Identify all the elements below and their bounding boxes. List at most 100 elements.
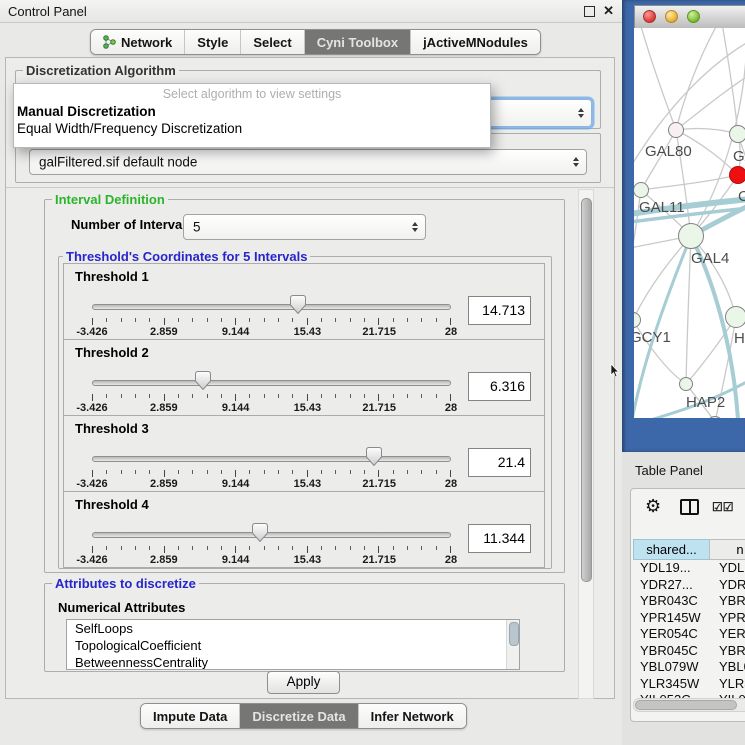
- tick-mark: [164, 318, 165, 325]
- network-node-hap2[interactable]: [679, 377, 693, 391]
- network-canvas[interactable]: GAL80GACGAL11GAL4GCY1HHAP2: [634, 28, 745, 418]
- network-node-ga[interactable]: [729, 125, 745, 143]
- table-row[interactable]: YBL079WYBL0: [633, 659, 745, 676]
- table-row[interactable]: YDL19...YDL1: [633, 560, 745, 577]
- network-node-c[interactable]: [729, 166, 745, 184]
- slider-thumb[interactable]: [252, 523, 268, 542]
- numerical-attributes-list[interactable]: SelfLoopsTopologicalCoefficientBetweenne…: [66, 619, 520, 670]
- attribute-item-betweennesscentrality[interactable]: BetweennessCentrality: [67, 654, 519, 670]
- attribute-item-selfloops[interactable]: SelfLoops: [67, 620, 519, 637]
- tick-mark: [92, 546, 93, 553]
- network-node-h[interactable]: [725, 306, 745, 328]
- table-row[interactable]: YPR145WYPR1: [633, 610, 745, 627]
- cell-shared-name: YDR27...: [633, 577, 710, 594]
- close-traffic-light-icon[interactable]: [643, 10, 656, 23]
- tick-mark: [450, 394, 451, 401]
- slider-thumb[interactable]: [366, 447, 382, 466]
- table-panel-title: Table Panel: [635, 463, 703, 478]
- tick-mark: [421, 546, 422, 550]
- slider-track[interactable]: [92, 456, 451, 462]
- number-of-intervals-combobox[interactable]: 5: [183, 214, 426, 240]
- tick-mark: [192, 470, 193, 474]
- horizontal-scrollbar[interactable]: [633, 698, 745, 712]
- network-node-gal4[interactable]: [678, 223, 704, 249]
- attribute-list-items: SelfLoopsTopologicalCoefficientBetweenne…: [67, 620, 519, 670]
- scrollbar-thumb[interactable]: [509, 622, 519, 646]
- tick-mark: [378, 470, 379, 477]
- close-icon[interactable]: ✕: [603, 3, 614, 19]
- slider-track[interactable]: [92, 380, 451, 386]
- list-scrollbar[interactable]: [506, 620, 519, 669]
- cell-shared-name: YPR145W: [633, 610, 710, 627]
- tick-mark: [378, 318, 379, 325]
- tick-mark: [450, 470, 451, 477]
- tick-mark: [307, 318, 308, 325]
- slider-track[interactable]: [92, 532, 451, 538]
- tab-infer-network[interactable]: Infer Network: [359, 704, 466, 728]
- table-row[interactable]: YLR345WYLR3: [633, 676, 745, 693]
- tab-discretize-data[interactable]: Discretize Data: [240, 704, 358, 728]
- slider-track[interactable]: [92, 304, 451, 310]
- popup-option-equal-width-frequency-discretization[interactable]: Equal Width/Frequency Discretization: [14, 121, 490, 138]
- tab-cyni-toolbox[interactable]: Cyni Toolbox: [305, 30, 411, 54]
- mouse-cursor: [610, 364, 620, 378]
- float-window-icon[interactable]: [584, 6, 595, 17]
- network-node-gal80[interactable]: [668, 122, 684, 138]
- tick-mark: [335, 318, 336, 322]
- select-columns-icon[interactable]: ☑☑: [712, 500, 734, 514]
- scrollbar-thumb[interactable]: [581, 198, 592, 582]
- table-row[interactable]: YBR043CYBR0: [633, 593, 745, 610]
- tick-mark: [350, 318, 351, 322]
- tick-mark: [335, 470, 336, 474]
- stepper-icon: [573, 157, 579, 167]
- threshold-value-field[interactable]: 14.713: [468, 296, 531, 325]
- network-window-titlebar[interactable]: [634, 5, 745, 29]
- apply-button[interactable]: Apply: [267, 671, 340, 694]
- table-row[interactable]: YER054CYER0: [633, 626, 745, 643]
- slider-ticks: [92, 470, 451, 477]
- table-row[interactable]: YDR27...YDR2: [633, 577, 745, 594]
- tab-select[interactable]: Select: [241, 30, 304, 54]
- tab-impute-data[interactable]: Impute Data: [141, 704, 240, 728]
- popup-option-manual-discretization[interactable]: Manual Discretization: [14, 104, 490, 121]
- tick-mark: [235, 318, 236, 325]
- slider-thumb[interactable]: [195, 371, 211, 390]
- tick-mark: [364, 394, 365, 398]
- popup-placeholder: Select algorithm to view settings: [14, 84, 490, 104]
- tab-network[interactable]: Network: [91, 30, 185, 54]
- minimize-traffic-light-icon[interactable]: [665, 10, 678, 23]
- threshold-value-field[interactable]: 11.344: [468, 524, 531, 553]
- algorithm-popup-list: Manual DiscretizationEqual Width/Frequen…: [14, 104, 490, 138]
- slider-thumb[interactable]: [290, 295, 306, 314]
- attribute-item-topologicalcoefficient[interactable]: TopologicalCoefficient: [67, 637, 519, 654]
- stepper-icon: [578, 108, 584, 118]
- tick-mark: [292, 318, 293, 322]
- vertical-scrollbar[interactable]: [578, 189, 594, 699]
- tab-jactivemnodules[interactable]: jActiveMNodules: [411, 30, 540, 54]
- table-row[interactable]: YBR045CYBR0: [633, 643, 745, 660]
- tick-mark: [92, 470, 93, 477]
- tab-style[interactable]: Style: [185, 30, 241, 54]
- column-header-n[interactable]: n: [709, 539, 745, 560]
- table-header-row: shared...n: [633, 539, 745, 560]
- column-header-shared-[interactable]: shared...: [633, 539, 710, 560]
- threshold-row-threshold-3: Threshold 3-3.4262.8599.14415.4321.71528…: [63, 415, 545, 492]
- tick-mark: [421, 394, 422, 398]
- tick-mark: [321, 470, 322, 474]
- tick-mark: [393, 318, 394, 322]
- tick-label: 15.43: [294, 554, 322, 566]
- tick-mark: [378, 546, 379, 553]
- zoom-traffic-light-icon[interactable]: [687, 10, 700, 23]
- split-columns-icon[interactable]: [680, 499, 699, 515]
- threshold-value-field[interactable]: 6.316: [468, 372, 531, 401]
- tick-mark: [221, 470, 222, 474]
- scrollbar-thumb[interactable]: [635, 700, 737, 710]
- tab-label: Discretize Data: [252, 709, 345, 724]
- threshold-value-field[interactable]: 21.4: [468, 448, 531, 477]
- tick-mark: [192, 546, 193, 550]
- table-data-combobox[interactable]: galFiltered.sif default node: [29, 149, 587, 175]
- tick-mark: [149, 318, 150, 322]
- panel-title: Control Panel: [8, 4, 87, 19]
- gear-icon[interactable]: ⚙: [645, 497, 661, 515]
- tick-mark: [207, 318, 208, 322]
